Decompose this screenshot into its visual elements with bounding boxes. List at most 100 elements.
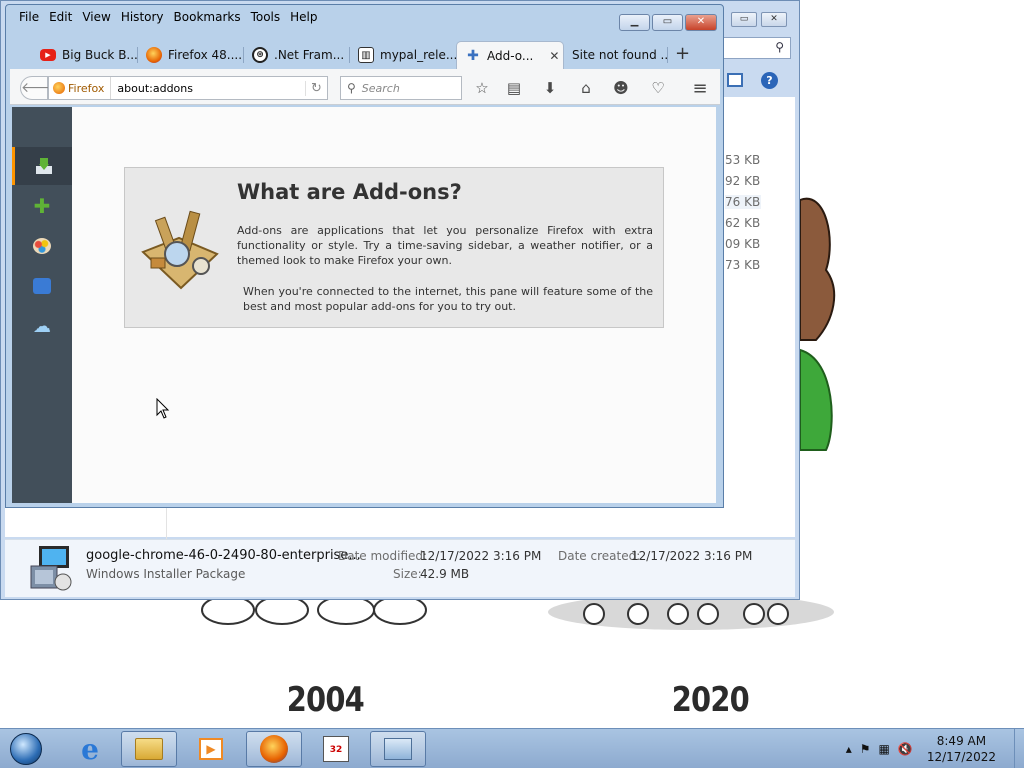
search-icon: ⚲ (347, 81, 356, 95)
tab-label: Site not found ... (572, 48, 668, 62)
preview-pane-icon[interactable] (727, 73, 743, 87)
wallpaper-shoes-2020 (583, 603, 789, 625)
tab-close-icon[interactable]: ✕ (549, 49, 559, 63)
volume-muted-icon[interactable]: 🔇 (898, 742, 913, 756)
tab-strip: ▶ Big Buck B... Firefox 48.... ⊛ .Net Fr… (10, 39, 720, 69)
hamburger-menu-icon[interactable]: ≡ (690, 78, 710, 99)
tab-firefox-48[interactable]: Firefox 48.... (138, 41, 244, 69)
mouse-cursor-icon (156, 398, 170, 419)
identity-label: Firefox (68, 81, 105, 95)
menu-tools[interactable]: Tools (246, 7, 286, 27)
menu-view[interactable]: View (77, 7, 115, 27)
sidebar-item-extensions[interactable]: ✚ (12, 187, 72, 225)
tab-mypal-release[interactable]: ▥ mypal_rele... (350, 41, 456, 69)
sidebar-item-services[interactable]: ☁ (12, 307, 72, 345)
menu-help[interactable]: Help (285, 7, 322, 27)
taskbar-installer-app[interactable]: 32 (308, 731, 364, 767)
firefox-icon (260, 735, 288, 763)
search-input[interactable]: ⚲ Search (340, 76, 462, 100)
home-icon[interactable]: ⌂ (576, 78, 596, 98)
close-button[interactable]: ✕ (685, 14, 717, 31)
file-size: 09 KB (725, 237, 761, 251)
folder-icon (135, 738, 163, 760)
puzzle-icon: ✚ (467, 47, 479, 64)
url-text[interactable]: about:addons (111, 82, 305, 95)
menu-bookmarks[interactable]: Bookmarks (169, 7, 246, 27)
taskbar: e ▶ 32 ▴ ⚑ ▦ 🔇 8:49 AM 12/17/2022 (0, 728, 1024, 768)
appearance-icon (33, 238, 51, 254)
action-center-flag-icon[interactable]: ⚑ (860, 742, 871, 756)
hello-icon[interactable]: ☻ (611, 78, 631, 98)
back-button[interactable]: 🡐 (20, 76, 59, 100)
media-player-icon: ▶ (199, 738, 223, 760)
explorer-restore-button[interactable]: ▭ (731, 12, 757, 27)
sidebar-item-get-addons[interactable] (12, 147, 72, 185)
menu-file[interactable]: File (14, 7, 44, 27)
youtube-icon: ▶ (40, 49, 56, 61)
file-size: 92 KB (725, 174, 761, 188)
reload-icon[interactable]: ↻ (305, 80, 327, 96)
show-hidden-icons-icon[interactable]: ▴ (846, 742, 852, 756)
menu-edit[interactable]: Edit (44, 7, 77, 27)
url-bar[interactable]: Firefox about:addons ↻ (48, 76, 328, 100)
bookmark-star-icon[interactable]: ☆ (472, 78, 492, 98)
sidebar-item-plugins[interactable] (12, 267, 72, 305)
details-created-label: Date created: (558, 549, 641, 563)
taskbar-file-explorer[interactable] (121, 731, 177, 767)
file-size: 53 KB (725, 153, 761, 167)
details-size-value: 42.9 MB (420, 567, 470, 581)
details-filetype: Windows Installer Package (86, 567, 246, 581)
pocket-icon[interactable]: ♡ (648, 78, 668, 98)
file-size: 73 KB (725, 258, 761, 272)
installer-package-icon (30, 546, 72, 591)
downloads-icon[interactable]: ⬇ (540, 78, 560, 98)
tab-add-ons[interactable]: ✚ Add-o... ✕ (456, 41, 564, 69)
restore-button[interactable]: ▭ (652, 14, 683, 31)
addons-offline-note: When you're connected to the internet, t… (243, 285, 653, 313)
menu-history[interactable]: History (116, 7, 169, 27)
sidebar-item-appearance[interactable] (12, 227, 72, 265)
addons-description: Add-ons are applications that let you pe… (237, 224, 653, 267)
search-placeholder: Search (361, 81, 400, 95)
dotnet-icon: ⊛ (252, 47, 268, 63)
addons-toolbox-icon (141, 210, 219, 290)
github-icon: ▥ (358, 47, 374, 63)
services-icon: ☁ (33, 315, 51, 337)
new-tab-button[interactable]: + (675, 45, 690, 63)
help-icon[interactable]: ? (761, 72, 778, 89)
addons-sidebar: ✚ ☁ (12, 107, 72, 503)
control-panel-icon (384, 738, 412, 760)
details-size-label: Size: (393, 567, 422, 581)
tab-dotnet-framework[interactable]: ⊛ .Net Fram... (244, 41, 350, 69)
bookmarks-menu-icon[interactable]: ▤ (504, 78, 524, 98)
wallpaper-shoes-2004 (201, 596, 427, 625)
taskbar-firefox[interactable] (246, 731, 302, 767)
tab-label: Firefox 48.... (168, 48, 243, 62)
start-button[interactable] (6, 731, 46, 767)
firefox-icon (146, 47, 162, 63)
taskbar-media-player[interactable]: ▶ (183, 731, 239, 767)
network-icon[interactable]: ▦ (879, 742, 890, 756)
get-addons-icon (35, 158, 52, 174)
wallpaper-year-2020: 2020 (671, 680, 750, 720)
explorer-toolbar: ? (721, 67, 797, 95)
tab-site-not-found[interactable]: Site not found ... (564, 41, 668, 69)
minimize-button[interactable]: ▁ (619, 14, 650, 31)
file-size: 62 KB (725, 216, 761, 230)
tab-label: Add-o... (487, 48, 534, 63)
explorer-details-pane: google-chrome-46-0-2490-80-enterprise...… (5, 539, 795, 597)
tab-big-buck-bunny[interactable]: ▶ Big Buck B... (32, 41, 138, 69)
clock-time: 8:49 AM (936, 734, 987, 748)
taskbar-clock[interactable]: 8:49 AM 12/17/2022 (927, 733, 996, 765)
identity-box[interactable]: Firefox (49, 77, 112, 99)
firefox-icon (53, 82, 65, 94)
explorer-search-input[interactable]: ⚲ (721, 37, 791, 59)
taskbar-internet-explorer[interactable]: e (62, 731, 118, 767)
windows-logo-icon (10, 733, 42, 765)
show-desktop-button[interactable] (1014, 729, 1024, 768)
window-controls: ▁ ▭ ✕ (619, 14, 717, 31)
taskbar-control-panel[interactable] (370, 731, 426, 767)
search-icon: ⚲ (775, 40, 784, 54)
explorer-close-button[interactable]: ✕ (761, 12, 787, 27)
addons-page: ✚ ☁ What are Add-ons? Add-ons are applic… (12, 107, 716, 503)
